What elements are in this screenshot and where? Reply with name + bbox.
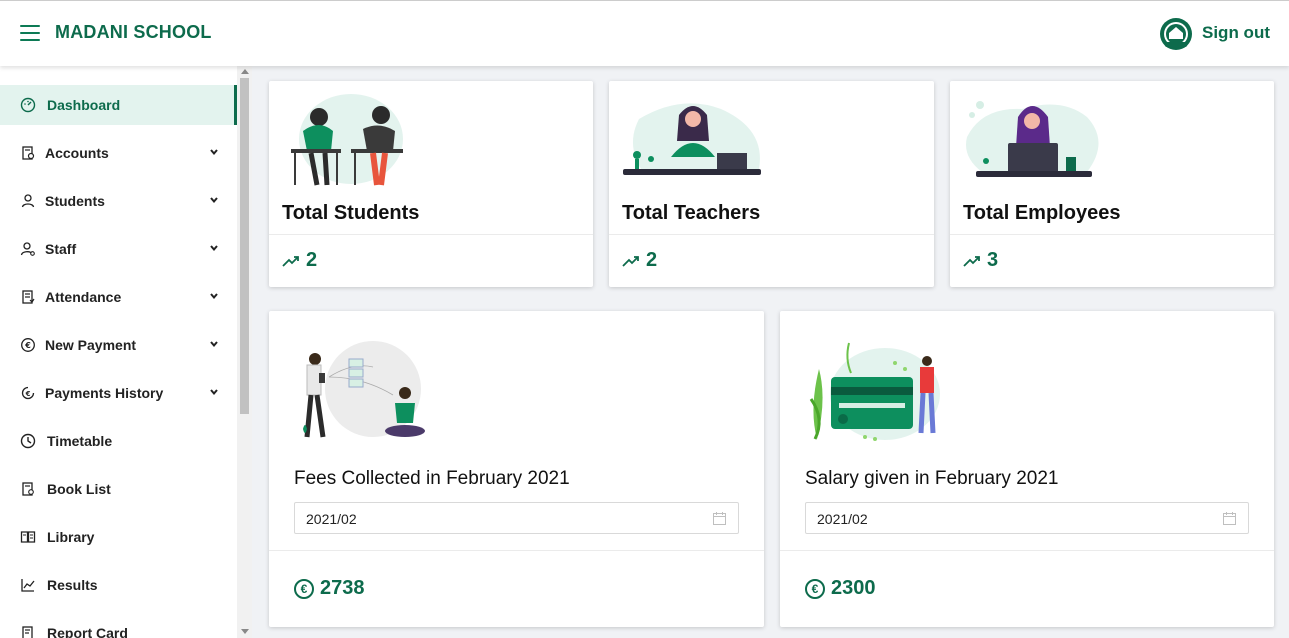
staff-icon [20,242,35,256]
total-students-title: Total Students [282,202,420,224]
euro-icon: € [294,578,314,599]
sidebar-item-results[interactable]: Results [0,565,237,605]
sidebar-item-label: New Payment [45,337,137,353]
sidebar-item-attendance[interactable]: Attendance [0,277,237,317]
hamburger-menu-icon[interactable] [20,25,40,43]
trend-up-icon [622,255,639,267]
scroll-down-arrow-icon[interactable] [241,629,249,634]
employees-illustration-icon [966,101,1099,177]
sidebar-scrollbar[interactable] [237,66,252,638]
sidebar-item-label: Library [47,529,95,545]
chevron-down-icon [210,149,218,156]
sidebar-item-label: Staff [45,241,77,257]
total-teachers-value: 2 [646,249,658,271]
report-card-icon [22,626,33,638]
sidebar-item-timetable[interactable]: Timetable [0,421,237,461]
fees-month-picker[interactable] [294,502,739,534]
svg-text:€: € [24,341,31,350]
accounts-icon [22,146,35,160]
sidebar-item-label: Attendance [45,289,122,305]
sidebar-item-accounts[interactable]: Accounts [0,133,237,173]
teachers-illustration-icon [623,103,761,175]
fees-collected-card: Fees Collected in February 2021 € 2738 [269,311,764,627]
chart-icon [21,579,35,592]
divider [780,550,1274,551]
sidebar: Dashboard Accounts Students Staff Attend… [0,66,237,638]
salary-given-title: Salary given in February 2021 [805,468,1059,489]
total-teachers-stat: 2 [622,249,657,272]
sidebar-item-label: Dashboard [47,97,121,113]
sidebar-item-label: Payments History [45,385,164,401]
trend-up-icon [963,255,980,267]
chevron-down-icon [210,197,218,204]
sidebar-item-library[interactable]: Library [0,517,237,557]
students-illustration-icon [291,94,403,186]
scroll-up-arrow-icon[interactable] [241,69,249,74]
history-icon: € [21,386,35,400]
fees-collected-title: Fees Collected in February 2021 [294,468,570,489]
divider [269,550,764,551]
salary-amount: € 2300 [805,577,876,600]
sidebar-item-staff[interactable]: Staff [0,229,237,269]
sidebar-item-payments-history[interactable]: € Payments History [0,373,237,413]
sidebar-item-students[interactable]: Students [0,181,237,221]
total-teachers-card: Total Teachers 2 [609,81,934,287]
fees-amount: € 2738 [294,577,365,600]
sidebar-item-label: Results [47,577,98,593]
salary-illustration-icon [809,342,940,441]
divider [609,234,934,235]
scroll-thumb[interactable] [240,78,249,414]
sidebar-item-label: Students [45,193,105,209]
fees-month-input[interactable] [306,511,606,527]
sign-out-button[interactable]: Sign out [1202,23,1270,43]
total-employees-card: Total Employees 3 [950,81,1274,287]
salary-given-card: Salary given in February 2021 € 2300 [780,311,1274,627]
chevron-down-icon [210,245,218,252]
sidebar-item-report-card[interactable]: Report Card [0,613,237,638]
salary-amount-value: 2300 [831,577,876,599]
chevron-down-icon [210,293,218,300]
euro-icon: € [805,578,825,599]
dashboard-icon [20,97,36,113]
svg-text:€: € [25,390,31,398]
sidebar-item-label: Book List [47,481,111,497]
school-logo-icon [1160,18,1192,50]
total-students-value: 2 [306,249,318,271]
user-icon [21,194,35,208]
sidebar-item-new-payment[interactable]: € New Payment [0,325,237,365]
chevron-down-icon [210,389,218,396]
sidebar-item-label: Report Card [47,625,128,638]
calendar-icon[interactable] [1223,512,1236,525]
total-students-card: Total Students 2 [269,81,593,287]
sidebar-item-label: Accounts [45,145,109,161]
fees-amount-value: 2738 [320,577,365,599]
euro-icon: € [21,338,35,352]
clock-icon [20,433,36,449]
library-icon [20,531,36,543]
calendar-icon[interactable] [713,512,726,525]
total-students-stat: 2 [282,249,317,272]
total-employees-title: Total Employees [963,202,1121,224]
salary-month-input[interactable] [817,511,1117,527]
total-teachers-title: Total Teachers [622,202,761,224]
school-name: MADANI SCHOOL [55,22,212,42]
attendance-icon [22,290,35,304]
salary-month-picker[interactable] [805,502,1249,534]
top-header: MADANI SCHOOL Sign out [0,0,1289,66]
sidebar-item-book-list[interactable]: Book List [0,469,237,509]
trend-up-icon [282,255,299,267]
fees-illustration-icon [303,341,425,438]
divider [950,234,1274,235]
divider [269,234,593,235]
sidebar-item-dashboard[interactable]: Dashboard [0,85,237,125]
sidebar-item-label: Timetable [47,433,113,449]
chevron-down-icon [210,341,218,348]
total-employees-stat: 3 [963,249,998,272]
book-list-icon [22,482,34,496]
total-employees-value: 3 [987,249,999,271]
